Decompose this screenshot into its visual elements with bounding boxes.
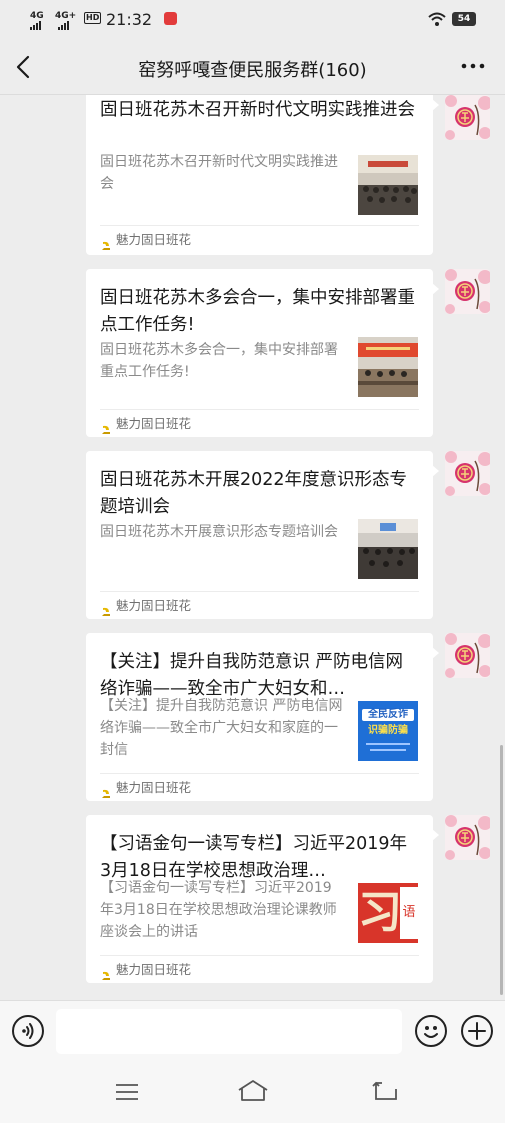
article-card[interactable]: 固日班花苏木多会合一，集中安排部署重点工作任务! 固日班花苏木多会合一，集中安排… xyxy=(86,269,439,437)
clock: 21:32 xyxy=(106,10,153,29)
source-logo-icon xyxy=(100,964,112,980)
scrollbar-thumb[interactable] xyxy=(500,745,503,995)
avatar[interactable] xyxy=(445,815,490,860)
article-source: 魅力固日班花 xyxy=(100,773,419,801)
article-source: 魅力固日班花 xyxy=(100,225,419,253)
article-card[interactable]: 固日班花苏木开展2022年度意识形态专题培训会 固日班花苏木开展意识形态专题培训… xyxy=(86,451,439,619)
emoji-icon[interactable] xyxy=(415,1015,447,1047)
article-source: 魅力固日班花 xyxy=(100,591,419,619)
back-icon[interactable] xyxy=(372,1080,400,1102)
avatar[interactable] xyxy=(445,633,490,678)
home-icon[interactable] xyxy=(236,1078,270,1104)
battery-icon: 54 xyxy=(452,12,476,26)
article-card[interactable]: 【习语金句一读写专栏】习近平2019年3月18日在学校思想政治理… 【习语金句一… xyxy=(86,815,439,983)
article-card[interactable]: 固日班花苏木召开新时代文明实践推进会 固日班花苏木召开新时代文明实践推进会 魅力… xyxy=(86,95,439,255)
chat-header: 窑努呼嘎查便民服务群(160) xyxy=(0,40,505,95)
thumb-caption-1: 全民反诈 xyxy=(362,709,414,721)
article-description: 固日班花苏木召开新时代文明实践推进会 xyxy=(100,154,338,192)
source-name: 魅力固日班花 xyxy=(116,961,192,977)
article-thumbnail: 习 语 xyxy=(358,883,418,943)
article-card[interactable]: 【关注】提升自我防范意识 严防电信网络诈骗——致全市广大妇女和… 【关注】提升自… xyxy=(86,633,439,801)
avatar[interactable] xyxy=(445,269,490,314)
app-notification-icon xyxy=(164,12,177,25)
source-logo-icon xyxy=(100,600,112,616)
article-title: 固日班花苏木开展2022年度意识形态专题培训会 xyxy=(100,470,408,517)
menu-icon[interactable] xyxy=(114,1082,140,1102)
article-title: 固日班花苏木多会合一，集中安排部署重点工作任务! xyxy=(100,288,415,335)
thumb-caption-2: 识骗防骗 xyxy=(368,725,408,736)
signal-label-2: 4G+ xyxy=(55,11,77,21)
hd-icon: HD xyxy=(84,12,102,24)
plus-icon[interactable] xyxy=(461,1015,493,1047)
more-dots-icon[interactable] xyxy=(458,56,488,76)
article-title: 固日班花苏木召开新时代文明实践推进会 xyxy=(100,100,415,120)
article-thumbnail xyxy=(358,519,418,579)
chevron-left-icon[interactable] xyxy=(12,54,36,80)
article-description: 【习语金句一读写专栏】习近平2019年3月18日在学校思想政治理论课教师座谈会上… xyxy=(100,880,337,940)
article-source: 魅力固日班花 xyxy=(100,409,419,437)
article-thumbnail: 全民反诈 识骗防骗 xyxy=(358,701,418,761)
source-logo-icon xyxy=(100,418,112,434)
article-thumbnail xyxy=(358,155,418,215)
avatar[interactable] xyxy=(445,451,490,496)
article-thumbnail xyxy=(358,337,418,397)
source-logo-icon xyxy=(100,234,112,250)
article-description: 固日班花苏木多会合一，集中安排部署重点工作任务! xyxy=(100,342,338,380)
message-input[interactable] xyxy=(56,1009,402,1054)
thumb-character-2: 语 xyxy=(400,887,418,939)
source-name: 魅力固日班花 xyxy=(116,231,192,247)
signal-icon xyxy=(58,21,69,30)
chat-title: 窑努呼嘎查便民服务群(160) xyxy=(138,60,367,81)
article-description: 【关注】提升自我防范意识 严防电信网络诈骗——致全市广大妇女和家庭的一封信 xyxy=(100,698,343,758)
source-name: 魅力固日班花 xyxy=(116,415,192,431)
source-name: 魅力固日班花 xyxy=(116,597,192,613)
status-bar: 4G 4G+ HD 21:32 54 xyxy=(0,0,505,40)
article-source: 魅力固日班花 xyxy=(100,955,419,983)
chat-message-list[interactable]: 固日班花苏木召开新时代文明实践推进会 固日班花苏木召开新时代文明实践推进会 魅力… xyxy=(0,95,505,1000)
avatar[interactable] xyxy=(445,95,490,140)
signal-label-1: 4G xyxy=(30,11,44,21)
wifi-icon xyxy=(428,12,446,26)
system-navigation-bar xyxy=(0,1058,505,1123)
article-description: 固日班花苏木开展意识形态专题培训会 xyxy=(100,524,338,540)
source-logo-icon xyxy=(100,782,112,798)
voice-icon[interactable] xyxy=(12,1015,44,1047)
signal-icon xyxy=(30,21,41,30)
thumb-character-1: 习 xyxy=(358,887,402,938)
message-input-bar xyxy=(0,1000,505,1058)
source-name: 魅力固日班花 xyxy=(116,779,192,795)
